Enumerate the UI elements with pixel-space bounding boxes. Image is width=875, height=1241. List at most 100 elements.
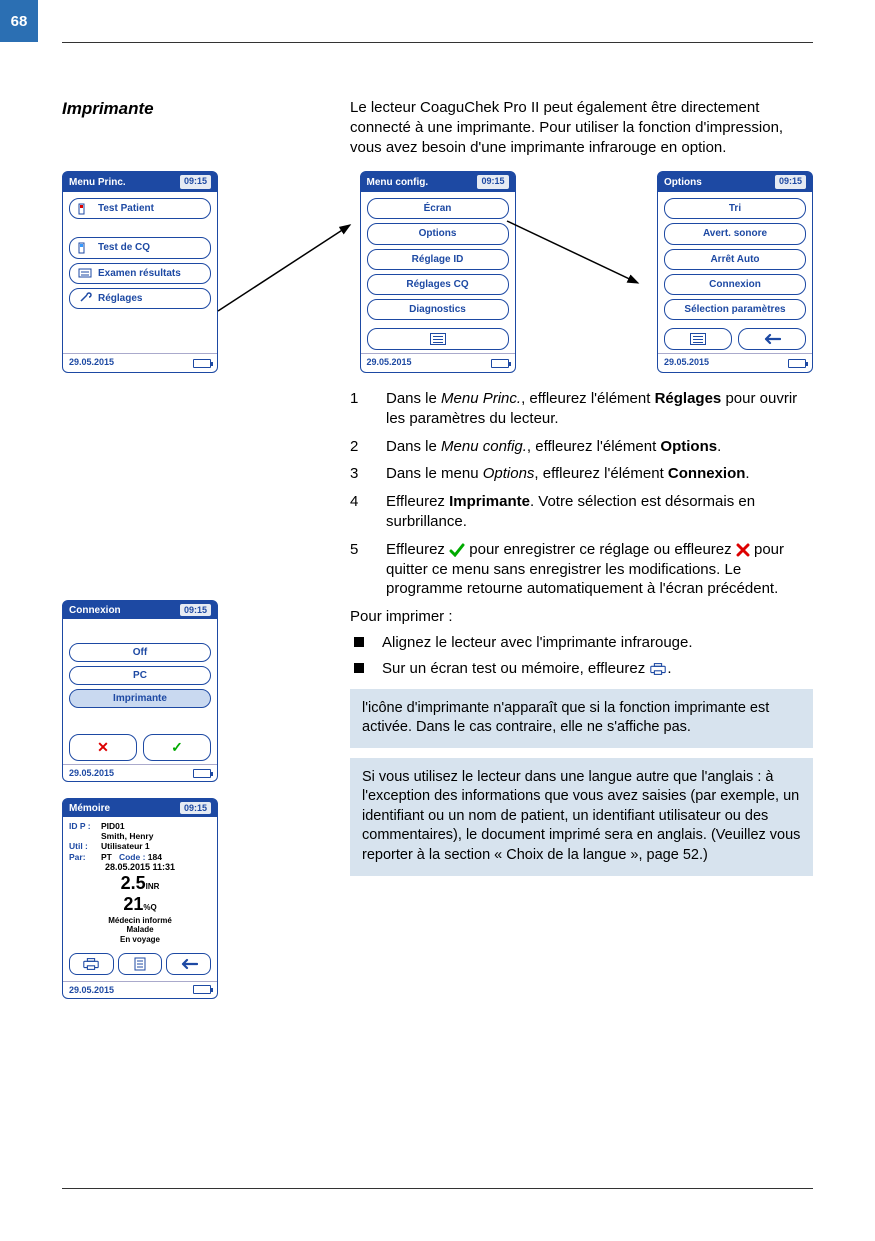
back-button[interactable] (738, 328, 806, 350)
step-number: 1 (350, 389, 368, 429)
battery-icon (193, 769, 211, 778)
log-button[interactable] (367, 328, 509, 350)
device-date: 29.05.2015 (69, 985, 114, 995)
results-icon (78, 267, 92, 279)
label-par: Par: (69, 852, 101, 862)
device-options: Options 09:15 Tri Avert. sonore Arrêt Aut… (657, 171, 813, 373)
menu-item-imprimante[interactable]: Imprimante (69, 689, 211, 708)
device-title: Mémoire (69, 803, 110, 814)
menu-item-arret-auto[interactable]: Arrêt Auto (664, 249, 806, 270)
device-menu-config: Menu config. 09:15 Écran Options Réglage … (360, 171, 516, 373)
note-line: En voyage (69, 935, 211, 945)
menu-item-pc[interactable]: PC (69, 666, 211, 685)
printer-icon (82, 957, 100, 971)
menu-item-reglages[interactable]: Réglages (69, 288, 211, 309)
value-timestamp: 28.05.2015 11:31 (69, 862, 211, 873)
bullet-square-icon (354, 637, 364, 647)
printer-icon (649, 662, 667, 676)
step-number: 3 (350, 464, 368, 484)
battery-icon (788, 359, 806, 368)
menu-item-connexion[interactable]: Connexion (664, 274, 806, 295)
value-util: Utilisateur 1 (101, 841, 150, 851)
device-title: Options (664, 176, 702, 189)
menu-item-label: Test Patient (98, 202, 154, 215)
device-clock: 09:15 (477, 175, 508, 189)
arrow-left-icon (180, 958, 198, 970)
value-par: PT (101, 852, 112, 862)
menu-item-off[interactable]: Off (69, 643, 211, 662)
device-memoire: Mémoire09:15 ID P :PID01 Smith, Henry Ut… (62, 798, 218, 999)
menu-item-selection-params[interactable]: Sélection paramètres (664, 299, 806, 320)
device-menu-princ: Menu Princ.09:15 Test Patient Test de CQ… (62, 171, 218, 373)
x-icon (736, 543, 750, 557)
device-screenshots-row: Menu Princ.09:15 Test Patient Test de CQ… (62, 171, 813, 373)
menu-item-test-cq[interactable]: Test de CQ (69, 237, 211, 258)
note-box-1: l'icône d'imprimante n'apparaît que si l… (350, 689, 813, 748)
confirm-button[interactable]: ✓ (143, 734, 211, 761)
check-icon: ✓ (171, 739, 183, 756)
bullet-text: Sur un écran test ou mémoire, effleurez … (382, 659, 672, 679)
qc-strip-icon (78, 242, 92, 254)
value-patient-name: Smith, Henry (101, 831, 153, 841)
print-button[interactable] (69, 953, 114, 975)
menu-item-label: Examen résultats (98, 267, 181, 280)
detail-button[interactable] (118, 953, 163, 975)
device-clock: 09:15 (180, 604, 211, 616)
test-strip-icon (78, 203, 92, 215)
device-date: 29.05.2015 (69, 357, 114, 369)
menu-item-reglages-cq[interactable]: Réglages CQ (367, 274, 509, 295)
device-date: 29.05.2015 (367, 357, 412, 369)
device-clock: 09:15 (180, 175, 211, 189)
battery-icon (193, 359, 211, 368)
step-text: Effleurez Imprimante. Votre sélection es… (386, 492, 813, 532)
value-idp: PID01 (101, 821, 125, 831)
menu-item-reglage-id[interactable]: Réglage ID (367, 249, 509, 270)
check-icon (449, 543, 465, 557)
section-heading: Imprimante (62, 98, 324, 157)
log-button[interactable] (664, 328, 732, 350)
unit-inr: INR (146, 882, 160, 891)
menu-item-tri[interactable]: Tri (664, 198, 806, 219)
device-clock: 09:15 (775, 175, 806, 189)
step-text: Effleurez pour enregistrer ce réglage ou… (386, 540, 813, 599)
menu-item-avert-sonore[interactable]: Avert. sonore (664, 223, 806, 244)
value-q: 21 (123, 894, 143, 914)
intro-paragraph: Le lecteur CoaguChek Pro II peut égaleme… (350, 98, 813, 157)
step-text: Dans le Menu Princ., effleurez l'élément… (386, 389, 813, 429)
rule-bottom (62, 1188, 813, 1189)
device-connexion: Connexion09:15 Off PC Imprimante ✕ ✓ 29.… (62, 600, 218, 782)
value-code: 184 (148, 852, 162, 862)
note-line: Médecin informé (69, 916, 211, 926)
bullet-square-icon (354, 663, 364, 673)
steps-list: 1 Dans le Menu Princ., effleurez l'élémen… (350, 389, 813, 599)
unit-q: %Q (143, 903, 156, 912)
label-util: Util : (69, 841, 101, 851)
bullet-text: Alignez le lecteur avec l'imprimante inf… (382, 633, 693, 653)
device-title: Menu config. (367, 176, 429, 189)
menu-item-ecran[interactable]: Écran (367, 198, 509, 219)
note-line: Malade (69, 925, 211, 935)
label-code: Code : (119, 852, 145, 862)
arrow-left-icon (763, 333, 781, 345)
battery-icon (193, 985, 211, 994)
step-number: 4 (350, 492, 368, 532)
battery-icon (491, 359, 509, 368)
value-inr: 2.5 (121, 873, 146, 893)
menu-item-exam-resultats[interactable]: Examen résultats (69, 263, 211, 284)
menu-item-test-patient[interactable]: Test Patient (69, 198, 211, 219)
step-text: Dans le menu Options, effleurez l'élémen… (386, 464, 813, 484)
menu-item-options[interactable]: Options (367, 223, 509, 244)
menu-item-label: Test de CQ (98, 241, 150, 254)
menu-item-diagnostics[interactable]: Diagnostics (367, 299, 509, 320)
step-number: 2 (350, 437, 368, 457)
step-number: 5 (350, 540, 368, 599)
menu-item-label: Réglages (98, 292, 142, 305)
log-icon (430, 333, 446, 345)
wrench-icon (78, 292, 92, 304)
page-number-tab: 68 (0, 0, 38, 42)
device-date: 29.05.2015 (664, 357, 709, 369)
back-button[interactable] (166, 953, 211, 975)
device-date: 29.05.2015 (69, 768, 114, 778)
cancel-button[interactable]: ✕ (69, 734, 137, 761)
log-icon (690, 333, 706, 345)
